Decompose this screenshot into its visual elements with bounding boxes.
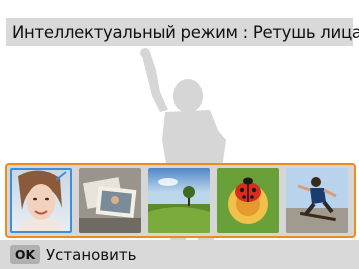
mode-title: Интеллектуальный режим : Ретушь лица [12, 22, 359, 42]
camera-screen: Интеллектуальный режим : Ретушь лица OK … [0, 0, 359, 269]
landscape-icon [148, 168, 210, 233]
ladybug-icon [217, 168, 279, 233]
set-action-label: Установить [46, 245, 137, 264]
bottom-hint-bar: OK Установить [0, 240, 359, 269]
ok-key-label: OK [14, 247, 36, 262]
ok-button[interactable]: OK [10, 245, 40, 264]
photo-stack-icon [79, 168, 141, 233]
skateboarder-icon [286, 168, 348, 233]
thumb-landscape[interactable] [148, 168, 210, 233]
mode-thumbnail-strip [5, 163, 356, 238]
thumb-action-skateboard[interactable] [286, 168, 348, 233]
thumb-photo-collage[interactable] [79, 168, 141, 233]
face-portrait-icon [10, 168, 72, 233]
mode-title-bar: Интеллектуальный режим : Ретушь лица [6, 18, 359, 46]
thumb-macro-ladybug[interactable] [217, 168, 279, 233]
thumb-face-retouch[interactable] [10, 168, 72, 233]
